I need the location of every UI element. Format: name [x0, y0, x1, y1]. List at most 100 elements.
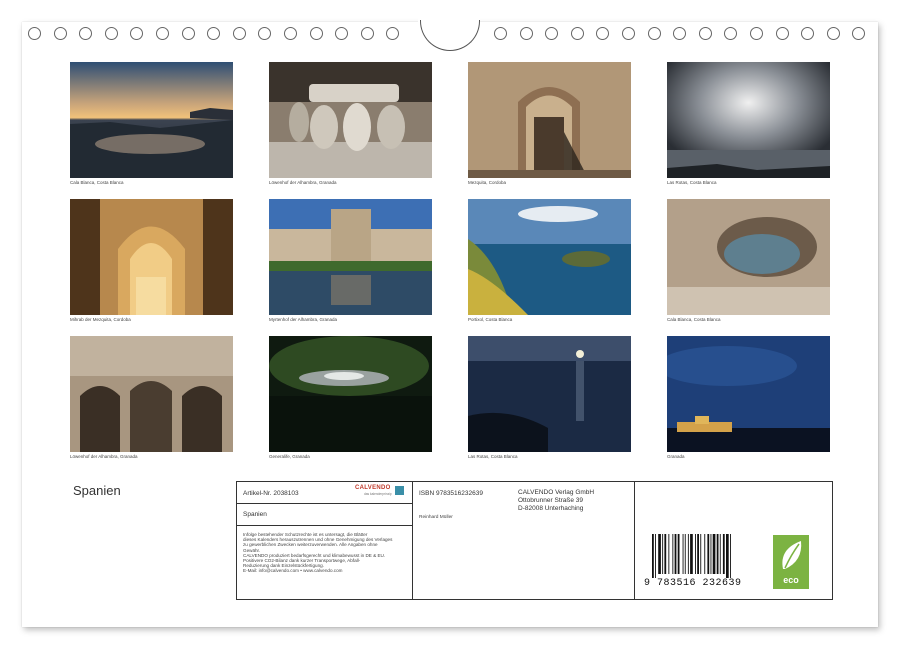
binding-ring [698, 27, 712, 40]
barcode-bar [726, 534, 729, 578]
binding-ring [284, 27, 297, 40]
photo-caption: Cala Blanca, Costa Blanca [70, 180, 124, 185]
photo-mihrab [70, 199, 233, 315]
binding-ring [207, 27, 221, 40]
barcode-bar [730, 534, 731, 578]
binding-ring [53, 27, 67, 40]
barcode-bar [719, 534, 721, 574]
binding-ring [622, 27, 635, 40]
photo-las-rotas-moonlight [468, 336, 631, 452]
barcode-bar [712, 534, 716, 574]
binding-ring [570, 27, 584, 40]
binding-ring [596, 27, 610, 40]
publisher-city: D-82008 Unterhaching [518, 505, 584, 512]
binding-ring [494, 27, 507, 40]
calvendo-logo-mark [395, 486, 404, 495]
binding-ring [130, 27, 144, 40]
barcode-bar [700, 534, 702, 574]
eco-badge: eco [773, 535, 809, 589]
photo-caption: Cala Blanca, Costa Blanca [667, 317, 721, 322]
divider [237, 525, 412, 526]
binding-ring [104, 27, 118, 40]
binding-ring [775, 27, 789, 40]
barcode-bar [707, 534, 710, 574]
barcode-bar [697, 534, 699, 574]
binding-ring [258, 27, 272, 40]
divider [634, 482, 635, 599]
publisher-address: CALVENDO Verlag GmbH Ottobrunner Straße … [518, 489, 594, 513]
barcode-bar [716, 534, 719, 574]
barcode-bar [704, 534, 706, 574]
photo-caption: Löwenhof der Alhambra, Granada [70, 454, 138, 459]
photo-caption: Las Rotas, Costa Blanca [667, 180, 717, 185]
photo-mezquita-door [468, 62, 631, 178]
barcode-digits: 9 783516 232639 [644, 578, 742, 589]
binding-ring [724, 27, 738, 40]
binding-ring [801, 27, 815, 40]
calendar-title: Spanien [73, 483, 121, 498]
photo-caption: Mihrab der Mezquita, Cordoba [70, 317, 131, 322]
calvendo-logo: CALVENDO [355, 485, 391, 491]
isbn: ISBN 9783516232639 [419, 490, 483, 497]
barcode-bar [690, 534, 693, 574]
binding-ring [360, 27, 374, 40]
photo-myrtle-court [269, 199, 432, 315]
binding-ring [519, 27, 533, 40]
barcode-bar [674, 534, 677, 574]
photo-caption: Portixol, Costa Blanca [468, 317, 513, 322]
photo-las-rotas-clouds [667, 62, 830, 178]
binding-ring [673, 27, 687, 40]
barcode-bar [664, 534, 667, 574]
binding-ring [335, 27, 349, 40]
photo-caption: Löwenhof der Alhambra, Granada [269, 180, 337, 185]
barcode-bar [684, 534, 686, 574]
binding-ring [386, 27, 400, 40]
article-number: Artikel-Nr. 2038103 [243, 490, 299, 497]
photo-rock-cave [667, 199, 830, 315]
barcode-bar [652, 534, 654, 578]
binding-ring [79, 27, 93, 40]
barcode-bar [662, 534, 664, 574]
barcode-bars [652, 534, 731, 578]
binding-ring [28, 27, 41, 40]
photo-portixol [468, 199, 631, 315]
barcode-bar [710, 534, 712, 574]
photo-caption: Las Rotas, Costa Blanca [468, 454, 518, 459]
eco-label: eco [783, 575, 799, 585]
publisher-street: Ottobrunner Straße 39 [518, 497, 584, 504]
binding-ring [156, 27, 169, 40]
publisher-name: CALVENDO Verlag GmbH [518, 489, 595, 496]
leaf-icon [782, 541, 802, 569]
barcode-bar [655, 534, 656, 578]
barcode-bar [695, 534, 696, 574]
barcode-bar [677, 534, 680, 574]
binding-ring [309, 27, 323, 40]
photo-generalife-fountain [269, 336, 432, 452]
photo-caption: Mezquita, Cordoba [468, 180, 507, 185]
photo-lion-court-arches [70, 336, 233, 452]
barcode-bar [668, 534, 670, 574]
legal-line: E-Mail: info@calvendo.com • www.calvendo… [243, 568, 343, 574]
binding-ring [232, 27, 246, 40]
binding-ring [647, 27, 661, 40]
photo-lion-fountain [269, 62, 432, 178]
photo-caption: Generalife, Granada [269, 454, 310, 459]
binding-ring [750, 27, 763, 40]
binding-ring [545, 27, 559, 40]
legal-notice: Infolge bestehender Schutzrechte ist es … [243, 532, 411, 574]
binding-ring [181, 27, 195, 40]
isbn-barcode: 9 783516 232639 [644, 534, 750, 589]
author: Reinhard Müller [419, 515, 453, 520]
photo-granada-night [667, 336, 830, 452]
binding-ring [852, 27, 866, 40]
barcode-bar [672, 534, 674, 574]
divider [237, 503, 412, 504]
barcode-bar [687, 534, 689, 574]
barcode-bar [658, 534, 661, 574]
calvendo-logo-sub: das kalenderprinzip [364, 492, 392, 496]
divider [412, 482, 413, 599]
barcode-bar [682, 534, 684, 574]
photo-caption: Granada [667, 454, 685, 459]
photo-cala-blanca-sunset [70, 62, 233, 178]
barcode-bar [722, 534, 725, 574]
